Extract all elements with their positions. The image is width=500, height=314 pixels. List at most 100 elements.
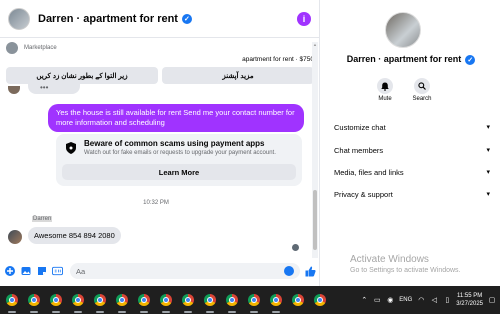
scam-warning-title: Beware of common scams using payment app… [84,139,265,148]
taskbar-chrome-window[interactable] [92,292,108,313]
message-input-placeholder: Aa [76,266,86,276]
like-icon[interactable] [305,266,316,277]
chrome-icon [138,294,150,306]
image-icon[interactable] [20,266,31,277]
listing-title[interactable]: apartment for rent · $750 [6,56,314,63]
speaker-icon[interactable]: ◁ [430,296,438,304]
chrome-icon [292,294,304,306]
taskbar-apps [4,292,334,313]
shield-icon [66,142,76,154]
marketplace-avatar [6,42,18,54]
chrome-icon [314,294,326,306]
chevron-down-icon: ▾ [486,191,490,198]
profile-name-text: Darren · apartment for rent [346,54,462,64]
bell-icon [377,78,393,94]
scam-warning-text: Watch out for fake emails or requests to… [84,150,276,156]
search-label: Search [412,96,432,102]
gif-icon[interactable] [52,266,63,277]
chrome-icon [226,294,238,306]
mute-button[interactable]: Mute [365,78,405,102]
plus-icon[interactable] [4,266,15,277]
chat-title-text: Darren · apartment for rent [38,12,178,25]
chevron-down-icon: ▾ [486,147,490,154]
taskbar-chrome-window[interactable] [202,292,218,313]
info-icon[interactable]: i [297,11,311,26]
chevron-up-icon[interactable]: ⌃ [360,296,368,304]
chrome-icon [182,294,194,306]
clock[interactable]: 11:55 PM 3/27/2025 [456,292,483,308]
chevron-down-icon: ▾ [486,124,490,131]
taskbar-chrome-window[interactable] [158,292,174,313]
chrome-icon [50,294,62,306]
chrome-icon [94,294,106,306]
profile-photo[interactable] [385,12,421,48]
scrollbar-thumb[interactable] [313,190,317,250]
taskbar-chrome-window[interactable] [136,292,152,313]
seen-avatar [292,244,299,251]
taskbar-chrome-window[interactable] [48,292,64,313]
system-tray: ⌃ ▭ ◉ ENG ◠ ◁ ▯ 11:55 PM 3/27/2025 ▢ [360,292,500,308]
chat-header: Darren · apartment for rent ✓ i [0,0,319,38]
menu-label: Privacy & support [334,189,393,199]
menu-label: Customize chat [334,122,386,132]
menu-label: Chat members [334,145,384,155]
chrome-icon [248,294,260,306]
profile-name: Darren · apartment for rent ✓ [322,54,500,65]
menu-privacy-support[interactable]: Privacy & support ▾ [334,184,490,204]
chevron-down-icon: ▾ [486,169,490,176]
avatar [8,86,20,94]
message-list: ••• Yes the house is still available for… [0,82,312,258]
search-icon [414,78,430,94]
scroll-up-icon[interactable]: ▲ [312,42,318,47]
chat-panel: Darren · apartment for rent ✓ i Marketpla… [0,0,320,286]
taskbar-chrome-window[interactable] [312,292,328,308]
marketplace-label: Marketplace [24,45,57,51]
avatar[interactable] [8,230,22,244]
language-indicator[interactable]: ENG [399,297,412,303]
chrome-icon [270,294,282,306]
taskbar-chrome-window[interactable] [114,292,130,313]
scam-warning-card: Beware of common scams using payment app… [56,134,302,186]
taskbar-chrome-window[interactable] [268,292,284,313]
verified-icon: ✓ [465,54,476,65]
menu-media-files-links[interactable]: Media, files and links ▾ [334,162,490,182]
watermark-subtitle: Go to Settings to activate Windows. [350,267,461,274]
chrome-icon [28,294,40,306]
message-bubble [28,84,80,94]
search-button[interactable]: Search [402,78,442,102]
clock-date: 3/27/2025 [456,301,483,307]
chrome-icon [160,294,172,306]
message-timestamp: 10:32 PM [143,200,169,206]
activate-windows-watermark: Activate Windows Go to Settings to activ… [350,254,461,274]
verified-icon: ✓ [181,13,192,24]
incoming-message: Awesome 854 894 2080 [28,227,121,244]
outgoing-message: Yes the house is still available for ren… [48,104,304,132]
mute-label: Mute [378,96,392,102]
chat-title[interactable]: Darren · apartment for rent ✓ [38,13,192,25]
message-input[interactable]: Aa [70,263,300,279]
taskbar-chrome-window[interactable] [70,292,86,313]
chrome-icon [6,294,18,306]
sticker-icon[interactable] [36,266,47,277]
taskbar-chrome-window[interactable] [224,292,240,313]
avatar[interactable] [8,7,30,30]
taskbar-chrome-window[interactable] [26,292,42,313]
wifi-icon[interactable]: ◠ [417,296,425,304]
notification-icon[interactable]: ▢ [488,296,496,304]
chrome-icon [72,294,84,306]
menu-customize-chat[interactable]: Customize chat ▾ [334,117,490,137]
taskbar-chrome-window[interactable] [246,292,262,313]
menu-chat-members[interactable]: Chat members ▾ [334,140,490,160]
emoji-icon[interactable] [284,266,294,276]
chrome-icon[interactable]: ◉ [386,296,394,304]
taskbar-chrome-window[interactable] [290,292,306,308]
clock-time: 11:55 PM [457,293,483,299]
battery-icon[interactable]: ▯ [443,296,451,304]
chrome-icon [204,294,216,306]
more-icon[interactable]: ••• [40,83,48,92]
taskbar-chrome-window[interactable] [4,292,20,313]
learn-more-button[interactable]: Learn More [62,164,296,180]
folder-icon[interactable]: ▭ [373,296,381,304]
taskbar-chrome-window[interactable] [180,292,196,313]
chrome-icon [116,294,128,306]
